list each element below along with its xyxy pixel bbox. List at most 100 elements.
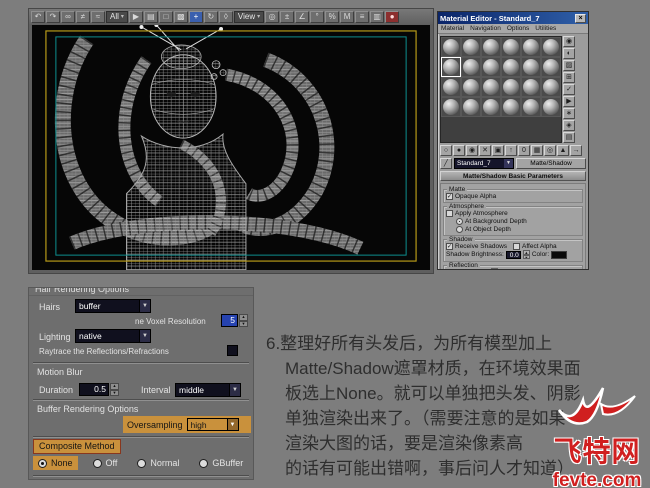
close-icon[interactable]: × [575, 13, 586, 23]
assign-material-to-selection-icon[interactable]: ◉ [466, 145, 478, 156]
undo-icon[interactable]: ↶ [31, 10, 45, 23]
use-pivot-point-center-icon[interactable]: ◎ [265, 10, 280, 23]
select-and-scale-icon[interactable]: ◊ [218, 10, 233, 23]
show-end-result-icon[interactable]: ◎ [544, 145, 556, 156]
shadow-brightness-field[interactable]: 0.0 [505, 250, 521, 259]
material-name-dropdown[interactable]: Standard_7 ▼ [454, 158, 514, 169]
align-icon[interactable]: ≡ [355, 10, 370, 23]
reset-map-icon[interactable]: ✕ [479, 145, 491, 156]
shadow-brightness-spinner[interactable]: ▲ ▼ [522, 250, 530, 259]
redo-icon[interactable]: ↷ [46, 10, 60, 23]
material-slot[interactable] [521, 57, 541, 77]
make-material-copy-icon[interactable]: ▣ [492, 145, 504, 156]
composite-radio-gbuffer[interactable]: GBuffer [194, 456, 248, 470]
composite-radio-off[interactable]: Off [88, 456, 123, 470]
material-id-channel-icon[interactable]: 0 [518, 145, 530, 156]
material-slot[interactable] [441, 77, 461, 97]
backlight-icon[interactable]: ◐ [563, 48, 575, 59]
material-slot[interactable] [541, 97, 561, 117]
select-and-move-icon[interactable]: + [188, 10, 203, 23]
make-preview-icon[interactable]: ▶ [563, 96, 575, 107]
angle-snap-toggle-icon[interactable]: ° [310, 10, 325, 23]
material-slot[interactable] [521, 37, 541, 57]
menu-options[interactable]: Options [507, 25, 529, 32]
sample-uv-tiling-icon[interactable]: ⊞ [563, 72, 575, 83]
background-icon[interactable]: ▨ [563, 60, 575, 71]
voxel-resolution-field[interactable]: 5 [221, 314, 238, 327]
oversampling-dropdown[interactable]: high ▼ [186, 418, 239, 431]
raytrace-checkbox[interactable] [227, 345, 238, 356]
reflection-amount-spinner[interactable]: ▲▼ [490, 268, 498, 269]
menu-navigation[interactable]: Navigation [470, 25, 501, 32]
bind-to-space-warp-icon[interactable]: ≈ [91, 10, 105, 23]
menu-material[interactable]: Material [441, 25, 464, 32]
additive-reflection-checkbox[interactable] [500, 269, 507, 270]
material-slot[interactable] [501, 57, 521, 77]
shadow-color-swatch[interactable] [551, 250, 568, 259]
video-color-check-icon[interactable]: ✓ [563, 84, 575, 95]
reference-coordinate-system-dropdown[interactable]: View ▾ [233, 10, 265, 23]
duration-spinner[interactable]: ▲ ▼ [110, 383, 119, 396]
put-material-to-scene-icon[interactable]: ● [453, 145, 465, 156]
sample-type-icon[interactable]: ◉ [563, 36, 575, 47]
material-slot[interactable] [541, 57, 561, 77]
mirror-icon[interactable]: M [340, 10, 355, 23]
material-map-navigator-icon[interactable]: ▤ [563, 132, 575, 143]
select-and-manipulate-icon[interactable]: ± [280, 10, 295, 23]
material-slot[interactable] [481, 37, 501, 57]
render-production-icon[interactable]: ● [385, 10, 400, 23]
rollout-matte-shadow-parameters[interactable]: Matte/Shadow Basic Parameters [440, 171, 586, 181]
go-to-parent-icon[interactable]: ▲ [557, 145, 569, 156]
select-and-rotate-icon[interactable]: ↻ [203, 10, 218, 23]
hairs-dropdown[interactable]: buffer ▼ [75, 299, 151, 313]
composite-radio-normal[interactable]: Normal [132, 456, 184, 470]
lighting-dropdown[interactable]: native ▼ [75, 329, 151, 343]
material-slot[interactable] [481, 97, 501, 117]
receive-shadows-checkbox[interactable] [446, 242, 453, 250]
material-slot[interactable] [461, 77, 481, 97]
select-by-material-icon[interactable]: ◈ [563, 120, 575, 131]
put-to-library-icon[interactable]: ↑ [505, 145, 517, 156]
material-type-button[interactable]: Matte/Shadow [516, 158, 586, 169]
material-slot[interactable] [501, 37, 521, 57]
select-by-name-icon[interactable]: ▤ [143, 10, 158, 23]
material-slot[interactable] [481, 57, 501, 77]
material-slot[interactable] [441, 57, 461, 77]
unlink-selection-icon[interactable]: ≠ [76, 10, 90, 23]
material-slot[interactable] [541, 77, 561, 97]
select-object-icon[interactable]: ▶ [128, 10, 143, 23]
render-setup-icon[interactable]: ▥ [370, 10, 385, 23]
material-editor-titlebar[interactable]: Material Editor - Standard_7 × [438, 12, 588, 24]
material-slot[interactable] [461, 37, 481, 57]
show-map-in-viewport-icon[interactable]: ▦ [531, 145, 543, 156]
options-icon[interactable]: ∗ [563, 108, 575, 119]
material-slot[interactable] [481, 77, 501, 97]
window-crossing-icon[interactable]: ▩ [173, 10, 188, 23]
material-slot[interactable] [461, 57, 481, 77]
apply-atmosphere-checkbox[interactable] [446, 209, 453, 217]
snaps-toggle-icon[interactable]: ∠ [295, 10, 310, 23]
material-slot[interactable] [461, 97, 481, 117]
material-slot[interactable] [501, 77, 521, 97]
selection-region-icon[interactable]: □ [158, 10, 173, 23]
composite-radio-none[interactable]: None [33, 456, 78, 470]
menu-utilities[interactable]: Utilities [535, 25, 556, 32]
voxel-resolution-spinner[interactable]: ▲ ▼ [239, 314, 248, 327]
at-object-depth-radio[interactable] [456, 225, 463, 233]
duration-field[interactable]: 0.5 [79, 383, 109, 396]
selection-filter-dropdown[interactable]: All ▾ [106, 10, 128, 23]
select-and-link-icon[interactable]: ∞ [61, 10, 75, 23]
at-background-depth-radio[interactable] [456, 217, 463, 225]
material-slot[interactable] [501, 97, 521, 117]
viewport-canvas[interactable] [32, 25, 430, 270]
material-slot[interactable] [441, 37, 461, 57]
material-slot[interactable] [541, 37, 561, 57]
percent-snap-toggle-icon[interactable]: % [325, 10, 340, 23]
affect-alpha-checkbox[interactable] [513, 242, 521, 250]
material-slot[interactable] [521, 77, 541, 97]
material-slot[interactable] [441, 97, 461, 117]
interval-dropdown[interactable]: middle ▼ [175, 383, 241, 397]
pick-material-from-object-icon[interactable]: ╱ [440, 158, 452, 169]
get-material-icon[interactable]: ○ [440, 145, 452, 156]
material-slot[interactable] [521, 97, 541, 117]
